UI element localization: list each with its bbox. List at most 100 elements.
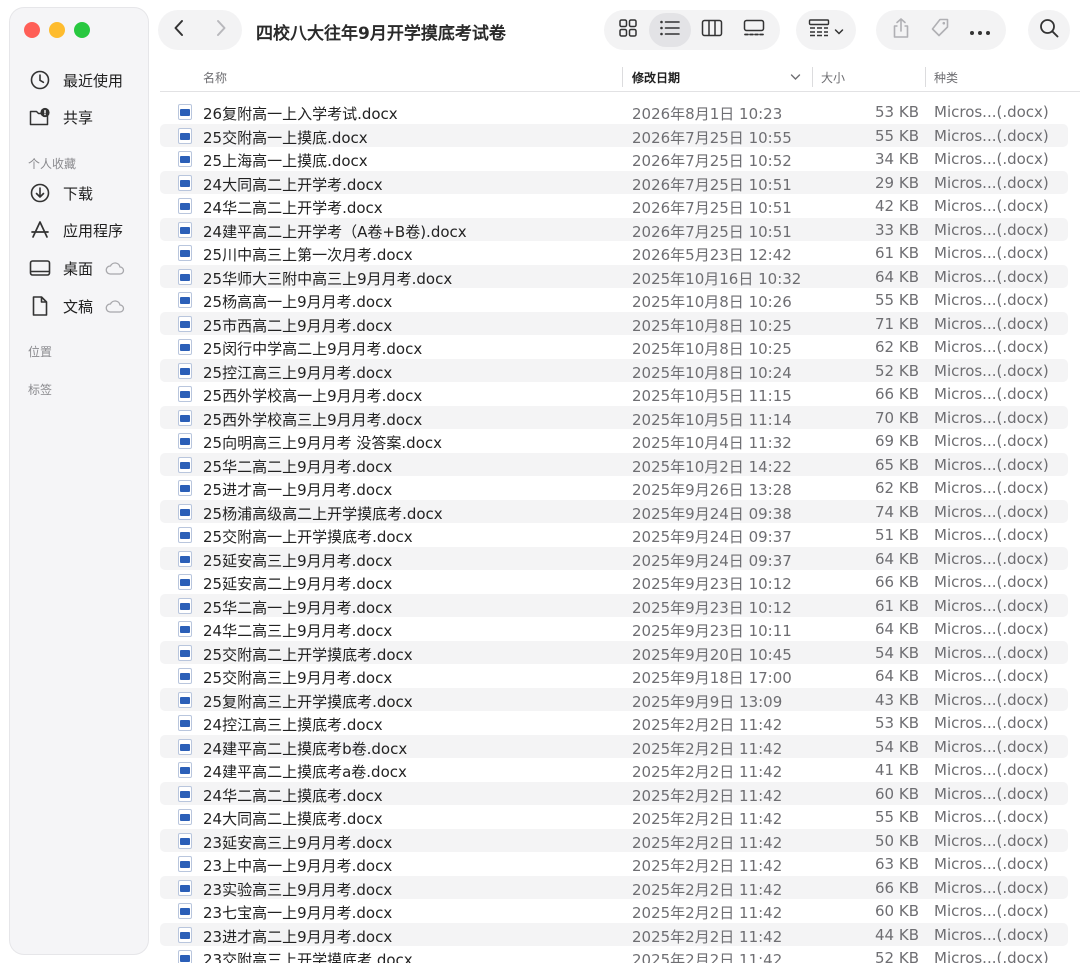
file-size: 70 KB: [875, 408, 919, 427]
file-row[interactable]: 25延安高二上9月月考.docx 2025年9月23日 10:12 66 KB Mic…: [160, 570, 1068, 594]
share-icon[interactable]: [891, 17, 911, 43]
file-row[interactable]: 25西外学校高三上9月月考.docx 2025年10月5日 11:14 70 KB M…: [160, 405, 1068, 429]
file-row[interactable]: 24建平高二上开学考（A卷+B卷).docx 2026年7月25日 10:51 33…: [160, 217, 1068, 241]
file-size: 64 KB: [875, 620, 919, 638]
sidebar-item-applications[interactable]: 应用程序: [28, 216, 123, 244]
file-size: 53 KB: [875, 714, 919, 732]
file-row[interactable]: 23七宝高一上9月月考.docx 2025年2月2日 11:42 60 KB Micr…: [160, 899, 1068, 923]
file-kind: Micros...(.docx): [934, 244, 1049, 262]
search-button[interactable]: [1028, 10, 1070, 50]
file-row[interactable]: 24建平高二上摸底考b卷.docx 2025年2月2日 11:42 54 KB Mic…: [160, 734, 1068, 758]
desktop-icon: [28, 256, 52, 280]
file-row[interactable]: 25复附高三上开学摸底考.docx 2025年9月9日 13:09 43 KB Mic…: [160, 687, 1068, 711]
word-document-icon: [178, 715, 192, 731]
file-row[interactable]: 23上中高一上9月月考.docx 2025年2月2日 11:42 63 KB Micr…: [160, 852, 1068, 876]
sidebar-item-documents[interactable]: 文稿: [28, 292, 125, 320]
file-row[interactable]: 24华二高二上摸底考.docx 2025年2月2日 11:42 60 KB Micro…: [160, 781, 1068, 805]
back-button[interactable]: [158, 10, 200, 50]
group-by-button[interactable]: [796, 10, 856, 50]
more-icon[interactable]: [969, 21, 991, 40]
sidebar: 最近使用 共享 个人收藏 下载 应用程序 桌面 文稿 位置 标签: [10, 8, 148, 954]
column-divider[interactable]: [622, 67, 623, 87]
finder-window: 最近使用 共享 个人收藏 下载 应用程序 桌面 文稿 位置 标签 四校八大往年9…: [0, 0, 1080, 963]
file-row[interactable]: 25交附高一上摸底.docx 2026年7月25日 10:55 55 KB Micro…: [160, 123, 1068, 147]
document-icon: [28, 294, 52, 318]
file-date-modified: 2025年9月18日 17:00: [632, 669, 792, 687]
file-row[interactable]: 25川中高三上第一次月考.docx 2026年5月23日 12:42 61 KB Mi…: [160, 241, 1068, 265]
word-document-icon: [178, 409, 192, 426]
word-document-icon: [178, 480, 192, 496]
file-row[interactable]: 25交附高三上9月月考.docx 2025年9月18日 17:00 64 KB Mic…: [160, 664, 1068, 688]
file-kind: Micros...(.docx): [934, 620, 1049, 638]
file-size: 34 KB: [875, 150, 919, 168]
zoom-window-button[interactable]: [74, 22, 90, 38]
column-date-header[interactable]: 修改日期: [632, 62, 680, 92]
file-row[interactable]: 24建平高二上摸底考a卷.docx 2025年2月2日 11:42 41 KB Mic…: [160, 758, 1068, 782]
file-row[interactable]: 25闵行中学高二上9月月考.docx 2025年10月8日 10:25 62 KB M…: [160, 335, 1068, 359]
file-name: 25交附高三上9月月考.docx: [203, 669, 393, 687]
file-name: 26复附高一上入学考试.docx: [203, 105, 398, 123]
file-row[interactable]: 24华二高三上9月月考.docx 2025年9月23日 10:11 64 KB Mic…: [160, 617, 1068, 641]
file-row[interactable]: 25华二高一上9月月考.docx 2025年9月23日 10:12 61 KB Mic…: [160, 593, 1068, 617]
sidebar-item-label: 最近使用: [63, 71, 124, 90]
sidebar-item-shared[interactable]: 共享: [28, 103, 93, 131]
column-divider[interactable]: [812, 67, 813, 87]
file-row[interactable]: 25杨高高一上9月月考.docx 2025年10月8日 10:26 55 KB Mic…: [160, 288, 1068, 312]
file-row[interactable]: 26复附高一上入学考试.docx 2026年8月1日 10:23 53 KB Micr…: [160, 100, 1068, 124]
close-window-button[interactable]: [24, 22, 40, 38]
word-document-icon: [178, 691, 192, 708]
file-row[interactable]: 25向明高三上9月月考 没答案.docx 2025年10月4日 11:32 69 K…: [160, 429, 1068, 453]
file-row[interactable]: 23进才高二上9月月考.docx 2025年2月2日 11:42 44 KB Micr…: [160, 922, 1068, 946]
file-kind: Micros...(.docx): [934, 902, 1049, 920]
file-row[interactable]: 23交附高三上开学摸底考.docx 2025年2月2日 11:42 52 KB Mic…: [160, 946, 1068, 963]
column-divider[interactable]: [925, 67, 926, 87]
file-kind: Micros...(.docx): [934, 878, 1049, 897]
file-row[interactable]: 25杨浦高级高二上开学摸底考.docx 2025年9月24日 09:38 74 KB…: [160, 499, 1068, 523]
sidebar-item-desktop[interactable]: 桌面: [28, 254, 125, 282]
icon-view-button[interactable]: [607, 13, 649, 47]
file-row[interactable]: 24控江高三上摸底考.docx 2025年2月2日 11:42 53 KB Micro…: [160, 711, 1068, 735]
list-view-button[interactable]: [649, 13, 691, 47]
forward-button[interactable]: [200, 10, 242, 50]
gallery-view-button[interactable]: [733, 13, 775, 47]
file-row[interactable]: 24华二高二上开学考.docx 2026年7月25日 10:51 42 KB Micr…: [160, 194, 1068, 218]
file-name: 23延安高三上9月月考.docx: [203, 833, 393, 852]
file-kind: Micros...(.docx): [934, 549, 1049, 568]
minimize-window-button[interactable]: [49, 22, 65, 38]
column-name-header[interactable]: 名称: [203, 62, 227, 92]
icloud-icon: [105, 299, 125, 313]
locations-header: 位置: [28, 345, 53, 359]
file-kind: Micros...(.docx): [934, 173, 1049, 192]
file-row[interactable]: 24大同高二上摸底考.docx 2025年2月2日 11:42 55 KB Micro…: [160, 805, 1068, 829]
file-row[interactable]: 25市西高二上9月月考.docx 2025年10月8日 10:25 71 KB Mic…: [160, 311, 1068, 335]
file-name: 25华师大三附中高三上9月月考.docx: [203, 269, 453, 288]
file-date-modified: 2025年9月24日 09:37: [632, 551, 792, 570]
file-row[interactable]: 25进才高一上9月月考.docx 2025年9月26日 13:28 62 KB Mic…: [160, 476, 1068, 500]
file-row[interactable]: 23实验高三上9月月考.docx 2025年2月2日 11:42 66 KB Micr…: [160, 875, 1068, 899]
file-row[interactable]: 25延安高三上9月月考.docx 2025年9月24日 09:37 64 KB Mic…: [160, 546, 1068, 570]
column-view-button[interactable]: [691, 13, 733, 47]
sidebar-item-recents[interactable]: 最近使用: [28, 66, 123, 94]
file-row[interactable]: 25交附高二上开学摸底考.docx 2025年9月20日 10:45 54 KB Mi…: [160, 640, 1068, 664]
file-date-modified: 2025年9月23日 10:12: [632, 598, 792, 617]
sidebar-item-downloads[interactable]: 下载: [28, 179, 93, 207]
file-row[interactable]: 25华师大三附中高三上9月月考.docx 2025年10月16日 10:32 64 …: [160, 264, 1068, 288]
tag-icon[interactable]: [929, 17, 951, 43]
file-date-modified: 2025年9月9日 13:09: [632, 692, 783, 711]
file-kind: Micros...(.docx): [934, 385, 1049, 403]
file-kind: Micros...(.docx): [934, 761, 1049, 779]
file-row[interactable]: 25控江高三上9月月考.docx 2025年10月8日 10:24 52 KB Mic…: [160, 358, 1068, 382]
file-row[interactable]: 25交附高一上开学摸底考.docx 2025年9月24日 09:37 51 KB Mi…: [160, 523, 1068, 547]
file-row[interactable]: 25上海高一上摸底.docx 2026年7月25日 10:52 34 KB Micro…: [160, 147, 1068, 171]
file-row[interactable]: 23延安高三上9月月考.docx 2025年2月2日 11:42 50 KB Micr…: [160, 828, 1068, 852]
word-document-icon: [178, 503, 192, 520]
file-name: 24建平高二上开学考（A卷+B卷).docx: [203, 222, 467, 241]
column-size-header[interactable]: 大小: [821, 62, 845, 92]
chevron-right-icon: [215, 19, 227, 41]
file-row[interactable]: 24大同高二上开学考.docx 2026年7月25日 10:51 29 KB Micr…: [160, 170, 1068, 194]
file-row[interactable]: 25华二高二上9月月考.docx 2025年10月2日 14:22 65 KB Mic…: [160, 452, 1068, 476]
file-row[interactable]: 25西外学校高一上9月月考.docx 2025年10月5日 11:15 66 KB M…: [160, 382, 1068, 406]
column-kind-header[interactable]: 种类: [934, 62, 958, 92]
toolbar: 四校八大往年9月开学摸底考试卷: [148, 0, 1080, 62]
file-date-modified: 2026年7月25日 10:52: [632, 152, 792, 170]
